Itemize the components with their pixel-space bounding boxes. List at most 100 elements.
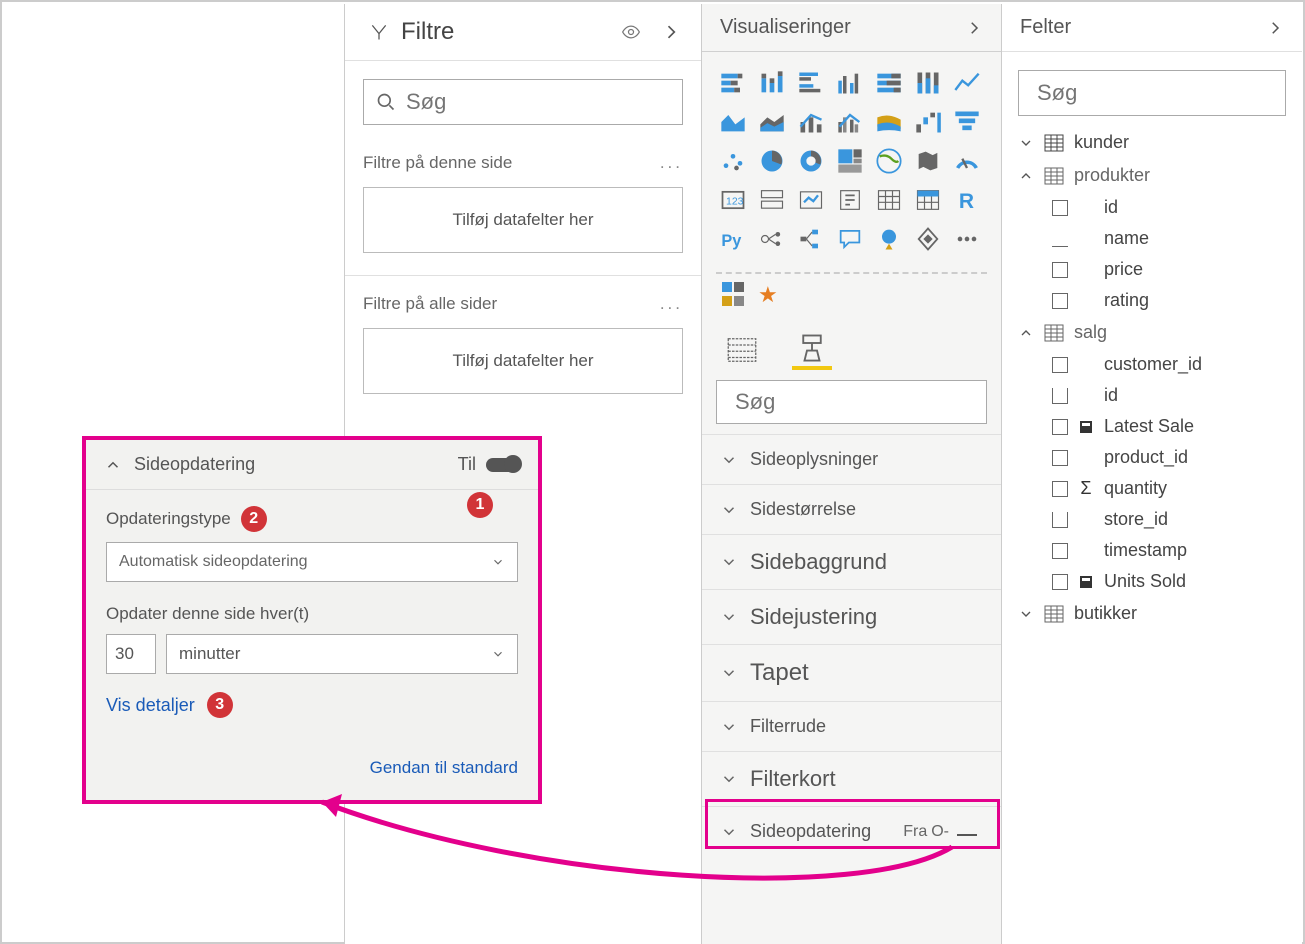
viz-search[interactable] [716, 380, 987, 424]
field-product-id[interactable]: product_id [1002, 442, 1302, 473]
kpi-icon[interactable] [794, 183, 828, 217]
table-icon [1044, 605, 1064, 623]
measure-icon [1078, 419, 1094, 435]
callout-header[interactable]: Sideopdatering Til [86, 440, 538, 490]
section-filter-card[interactable]: Filterkort [702, 751, 1001, 806]
all-pages-dropzone[interactable]: Tilføj datafelter her [363, 328, 683, 394]
slicer-icon[interactable] [833, 183, 867, 217]
treemap-icon[interactable] [833, 144, 867, 178]
card-icon[interactable]: 123 [716, 183, 750, 217]
field-latest-sale[interactable]: Latest Sale [1002, 411, 1302, 442]
page-filters-label: Filtre på denne side [363, 153, 512, 173]
svg-text:Py: Py [721, 232, 741, 250]
annotation-badge-1: 1 [467, 492, 493, 518]
table-butikker[interactable]: butikker [1002, 597, 1302, 630]
table-kunder[interactable]: kunder [1002, 126, 1302, 159]
matrix-icon[interactable] [911, 183, 945, 217]
field-id[interactable]: id [1002, 192, 1302, 223]
map-icon[interactable] [872, 144, 906, 178]
show-details-link[interactable]: Vis detaljer 3 [106, 692, 518, 718]
multirow-card-icon[interactable] [755, 183, 789, 217]
fields-search[interactable] [1018, 70, 1286, 116]
toggle-track[interactable] [957, 828, 983, 836]
clustered-bar-icon[interactable] [794, 66, 828, 100]
all-pages-filters-section: Filtre på alle sider ... Tilføj datafelt… [345, 276, 701, 416]
field-quantity[interactable]: Σquantity [1002, 473, 1302, 504]
stacked-column-icon[interactable] [755, 66, 789, 100]
table-produkter[interactable]: produkter [1002, 159, 1302, 192]
line-chart-icon[interactable] [950, 66, 984, 100]
clustered-column-icon[interactable] [833, 66, 867, 100]
field-units-sold[interactable]: Units Sold [1002, 566, 1302, 597]
table-salg[interactable]: salg [1002, 316, 1302, 349]
line-clustered-icon[interactable] [833, 105, 867, 139]
viz-search-input[interactable] [735, 389, 1023, 415]
funnel-chart-icon[interactable] [950, 105, 984, 139]
section-page-bg[interactable]: Sidebaggrund [702, 534, 1001, 589]
page-filters-dropzone[interactable]: Tilføj datafelter her [363, 187, 683, 253]
interval-unit-select[interactable]: minutter [166, 634, 518, 674]
chevron-right-icon[interactable] [965, 19, 983, 37]
field-label: product_id [1104, 447, 1188, 468]
section-label: Sideopdatering [750, 821, 871, 842]
field-name[interactable]: name [1002, 223, 1302, 254]
toggle-off-icon[interactable]: O- [931, 823, 949, 841]
filters-search-input[interactable] [406, 89, 694, 115]
qa-icon[interactable] [833, 222, 867, 256]
table-icon[interactable] [872, 183, 906, 217]
page-filters-section: Filtre på denne side ... Tilføj datafelt… [345, 135, 701, 276]
arcgis-icon[interactable] [872, 222, 906, 256]
more-icon[interactable]: ... [660, 153, 683, 173]
field-timestamp[interactable]: timestamp [1002, 535, 1302, 566]
gauge-icon[interactable] [950, 144, 984, 178]
field-salg-id[interactable]: id [1002, 380, 1302, 411]
section-filter-pane[interactable]: Filterrude [702, 701, 1001, 751]
star-icon[interactable]: ★ [758, 282, 778, 308]
dropzone-text: Tilføj datafelter her [452, 210, 593, 230]
more-visuals-icon[interactable] [950, 222, 984, 256]
python-visual-icon[interactable]: Py [716, 222, 750, 256]
filters-search[interactable] [363, 79, 683, 125]
stacked-area-icon[interactable] [755, 105, 789, 139]
powerapps-icon[interactable] [911, 222, 945, 256]
refresh-type-select[interactable]: Automatisk sideopdatering [106, 542, 518, 582]
hundred-bar-icon[interactable] [872, 66, 906, 100]
format-tab[interactable] [792, 330, 832, 370]
field-price[interactable]: price [1002, 254, 1302, 285]
field-rating[interactable]: rating [1002, 285, 1302, 316]
key-influencers-icon[interactable] [755, 222, 789, 256]
toggle-on[interactable] [486, 458, 520, 472]
reset-to-default-link[interactable]: Gendan til standard [106, 758, 518, 790]
area-chart-icon[interactable] [716, 105, 750, 139]
waterfall-icon[interactable] [911, 105, 945, 139]
line-column-icon[interactable] [794, 105, 828, 139]
scatter-icon[interactable] [716, 144, 750, 178]
decomposition-icon[interactable] [794, 222, 828, 256]
field-customer-id[interactable]: customer_id [1002, 349, 1302, 380]
fields-tab[interactable] [722, 330, 762, 370]
field-label: rating [1104, 290, 1149, 311]
section-page-align[interactable]: Sidejustering [702, 589, 1001, 644]
section-wallpaper[interactable]: Tapet [702, 644, 1001, 701]
interval-value-input[interactable]: 30 [106, 634, 156, 674]
hundred-column-icon[interactable] [911, 66, 945, 100]
chevron-right-icon[interactable] [661, 22, 681, 42]
more-icon[interactable]: ... [660, 294, 683, 314]
chevron-right-icon[interactable] [1266, 19, 1284, 37]
ribbon-chart-icon[interactable] [872, 105, 906, 139]
section-page-refresh[interactable]: Sideopdatering Fra O- [702, 806, 1001, 856]
custom-visuals-icon[interactable] [722, 282, 744, 308]
field-label: name [1104, 228, 1149, 249]
filled-map-icon[interactable] [911, 144, 945, 178]
donut-icon[interactable] [794, 144, 828, 178]
stacked-bar-icon[interactable] [716, 66, 750, 100]
section-label: Tapet [750, 659, 809, 687]
table-name: butikker [1074, 603, 1137, 624]
field-store-id[interactable]: store_id [1002, 504, 1302, 535]
pie-icon[interactable] [755, 144, 789, 178]
eye-icon[interactable] [621, 22, 641, 42]
fields-search-input[interactable] [1037, 80, 1305, 106]
r-visual-icon[interactable]: R [950, 183, 984, 217]
section-page-size[interactable]: Sidestørrelse [702, 484, 1001, 534]
section-page-info[interactable]: Sideoplysninger [702, 434, 1001, 484]
